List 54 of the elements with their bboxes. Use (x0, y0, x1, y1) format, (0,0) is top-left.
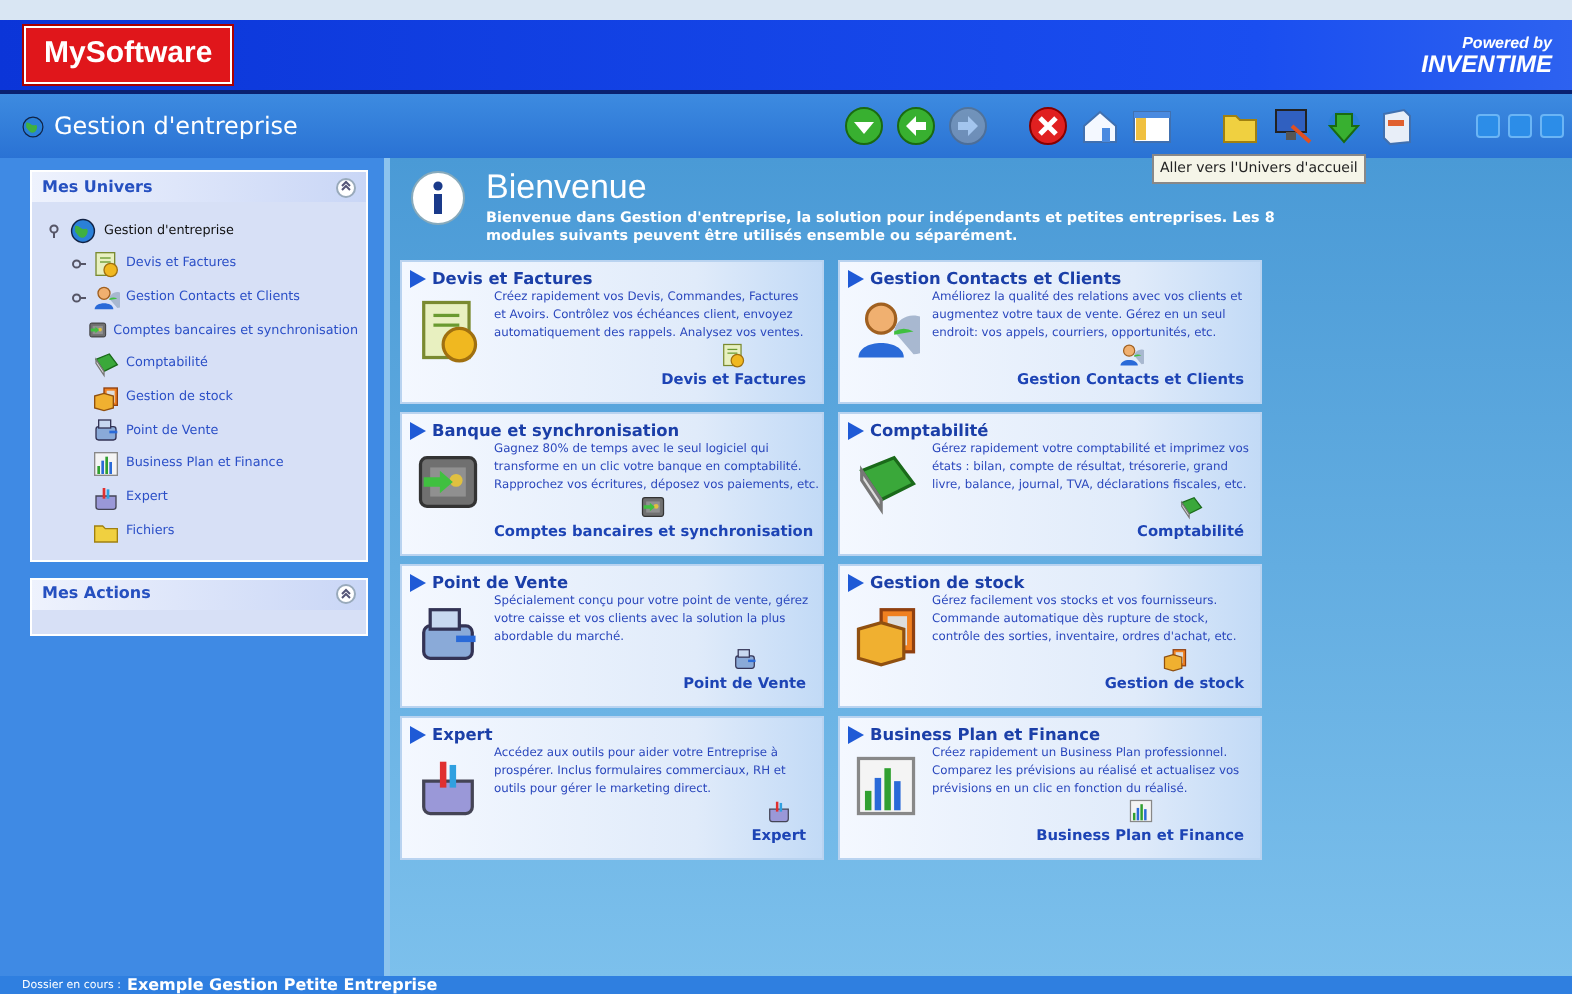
headset-person-icon (92, 283, 120, 312)
expanded-node-icon[interactable] (48, 221, 62, 240)
globe-icon (20, 113, 46, 139)
window-title: Gestion d'entreprise (54, 110, 298, 144)
panel-title: Mes Actions (42, 582, 151, 607)
welcome-title: Bienvenue (486, 170, 649, 208)
bar-chart-icon (1127, 798, 1154, 825)
module-title: Expert (432, 722, 493, 747)
cardboard-box-icon (1161, 646, 1188, 673)
bar-chart-icon (92, 450, 120, 479)
powered-by-label: Powered by (1460, 35, 1552, 51)
status-value: Exemple Gestion Petite Entreprise (126, 978, 438, 994)
app-logo: MySoftware (24, 26, 233, 84)
collapsed-node-icon[interactable] (72, 288, 86, 307)
safe-icon (640, 494, 667, 521)
cash-register-icon (731, 646, 758, 673)
document-coin-icon (92, 250, 120, 279)
book-icon (1177, 494, 1204, 521)
cardboard-box-icon (92, 383, 120, 412)
bar-chart-icon (852, 752, 920, 821)
monitor-icon[interactable] (1272, 106, 1312, 146)
module-title: Gestion Contacts et Clients (870, 266, 1122, 290)
cash-register-icon (92, 416, 120, 445)
info-icon (410, 170, 466, 226)
collapse-button[interactable] (336, 584, 356, 605)
book-icon (92, 350, 120, 379)
home-icon[interactable] (1080, 106, 1120, 146)
window-icon[interactable] (1132, 106, 1172, 146)
document-coin-icon (720, 342, 747, 369)
module-title: Gestion de stock (870, 570, 1025, 594)
triangle-bullet-icon (848, 573, 864, 592)
module-title: Banque et synchronisation (432, 418, 680, 443)
toolbox-icon (765, 798, 792, 825)
toolbox-icon (92, 483, 120, 512)
panel-title: Mes Univers (42, 175, 153, 199)
module-title: Point de Vente (432, 570, 569, 594)
triangle-bullet-icon (410, 725, 426, 744)
triangle-bullet-icon (848, 725, 864, 744)
triangle-bullet-icon (410, 421, 426, 440)
brand-logo: INVENTIME (1421, 51, 1552, 75)
module-title: Devis et Factures (432, 266, 593, 290)
triangle-bullet-icon (410, 269, 426, 288)
module-title: Comptabilité (870, 418, 989, 442)
globe-icon (68, 215, 98, 246)
headset-person-icon (1117, 342, 1144, 369)
triangle-bullet-icon (848, 269, 864, 288)
triangle-bullet-icon (410, 573, 426, 592)
collapsed-node-icon[interactable] (72, 255, 86, 274)
triangle-bullet-icon (848, 421, 864, 440)
back-arrow-icon[interactable] (896, 106, 936, 146)
module-title: Business Plan et Finance (870, 722, 1101, 746)
close-icon[interactable] (1028, 106, 1068, 146)
down-arrow-icon[interactable] (844, 106, 884, 146)
collapse-button[interactable] (336, 177, 356, 197)
